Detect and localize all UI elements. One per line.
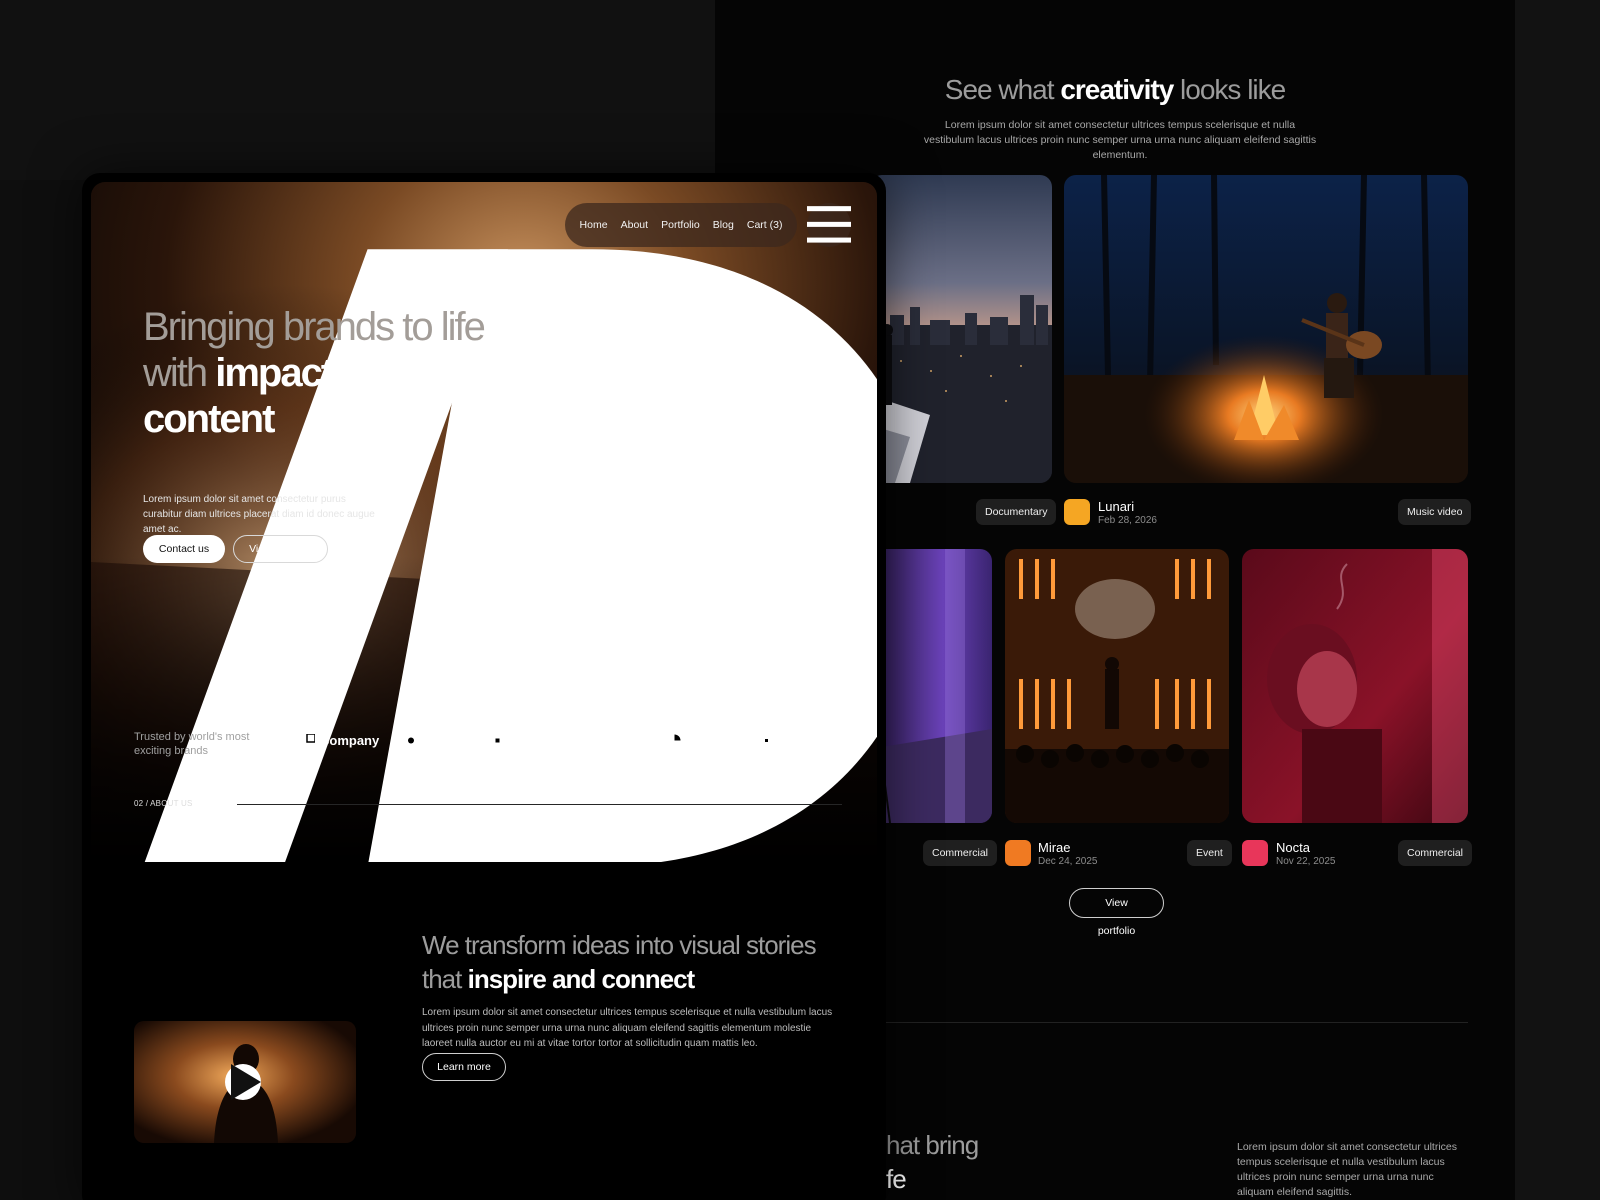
design-showcase: See what creativity looks like Lorem ips… (0, 0, 1600, 1200)
client-institute: Institute (668, 733, 736, 748)
client-logos: Company Agency Venture Startup Institute… (302, 733, 842, 748)
section-text: Lorem ipsum dolor sit amet consectetur u… (1237, 1141, 1458, 1198)
hero-subtitle: Lorem ipsum dolor sit amet consectetur p… (143, 494, 375, 535)
about-text: Lorem ipsum dolor sit amet consectetur u… (422, 1007, 833, 1049)
trusted-by-text: Trusted by world's most exciting brands (134, 731, 250, 757)
play-button[interactable] (225, 1064, 261, 1100)
portfolio-heading: See what creativity looks like (944, 74, 1286, 105)
portfolio-image-concert[interactable] (1005, 549, 1229, 823)
divider (886, 1022, 1468, 1023)
nocta-logo-icon (1242, 840, 1268, 866)
section-heading-partial: hat bring fe (886, 1130, 979, 1194)
venture-logo-icon (491, 734, 505, 747)
card-tag-music-video: Music video (1398, 499, 1472, 525)
portfolio-image-city[interactable] (870, 175, 1052, 483)
portfolio-subtitle: Lorem ipsum dolor sit amet consectetur u… (923, 119, 1317, 161)
nav-home[interactable]: Home (580, 219, 608, 231)
nav-blog[interactable]: Blog (713, 219, 734, 231)
portfolio-image-stage[interactable] (870, 549, 992, 823)
video-thumbnail[interactable] (134, 1021, 356, 1143)
card-brand-name: Mirae (1038, 840, 1071, 855)
menu-button[interactable] (807, 203, 851, 247)
institute-logo-icon (668, 734, 681, 747)
hero-section: Home About Portfolio Blog Cart (3) Bring… (91, 182, 877, 862)
card-date: Dec 24, 2025 (1038, 856, 1098, 867)
learn-more-button[interactable]: Learn more (422, 1053, 506, 1081)
nav-cart[interactable]: Cart (3) (747, 219, 783, 231)
card-tag-event: Event (1187, 840, 1232, 866)
card-tag-commercial: Commercial (1398, 840, 1473, 866)
enterprise-logo-icon (759, 734, 773, 747)
section-label: 02 / ABOUT US (134, 799, 193, 808)
lunari-logo-icon (1064, 499, 1090, 525)
client-venture: Venture (491, 733, 557, 748)
portfolio-image-campfire[interactable] (1064, 175, 1468, 483)
about-heading: We transform ideas into visual stories t… (422, 930, 817, 994)
card-brand-name: Nocta (1276, 840, 1310, 855)
mirae-logo-icon (1005, 840, 1031, 866)
client-agency: Agency (403, 733, 468, 748)
card-tag-documentary: Documentary (976, 499, 1057, 525)
client-enterprise: Enterprise (759, 733, 842, 748)
homepage-panel: Home About Portfolio Blog Cart (3) Bring… (82, 173, 886, 1200)
card-date: Feb 28, 2026 (1098, 515, 1157, 526)
agency-logo-icon (403, 734, 416, 747)
company-logo-icon (302, 734, 315, 747)
main-nav: Home About Portfolio Blog Cart (3) (565, 203, 797, 247)
card-tag-commercial: Commercial (923, 840, 998, 866)
view-portfolio-button[interactable]: View portfolio (1069, 888, 1164, 937)
client-startup: Startup (580, 733, 644, 748)
hero-title: Bringing brands to life with impactful v… (143, 305, 486, 441)
nav-portfolio[interactable]: Portfolio (661, 219, 700, 231)
background-strip (0, 0, 715, 180)
view-portfolio-button[interactable]: View portfolio (233, 535, 328, 563)
trend-up-icon (580, 736, 594, 746)
hamburger-icon (807, 206, 851, 243)
section-divider (237, 804, 842, 805)
portfolio-image-portrait[interactable] (1242, 549, 1468, 823)
play-icon (231, 1064, 261, 1100)
contact-us-button[interactable]: Contact us (143, 535, 225, 563)
card-date: Nov 22, 2025 (1276, 856, 1336, 867)
card-brand-name: Lunari (1098, 499, 1135, 514)
nav-about[interactable]: About (621, 219, 648, 231)
background-edge (1515, 0, 1600, 1200)
client-company: Company (302, 733, 379, 748)
